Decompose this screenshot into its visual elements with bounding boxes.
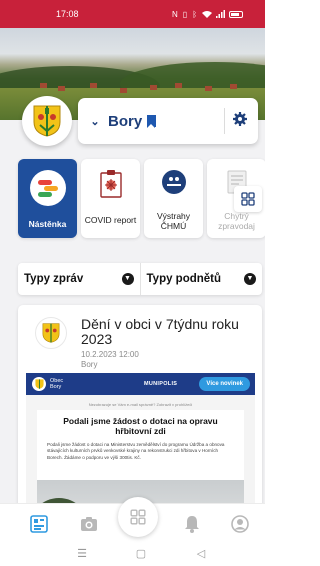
munipolis-logo: MUNIPOLIS <box>144 381 178 387</box>
filter-label: Typy zpráv <box>24 273 84 285</box>
chmu-alert-icon <box>161 170 186 194</box>
covid-report-icon <box>99 170 122 198</box>
nav-apps[interactable] <box>118 497 158 537</box>
tile-noticeboard[interactable]: Nástěnka <box>18 159 77 238</box>
bookmark-icon[interactable] <box>147 115 157 128</box>
preview-text: Podali jsme žádost o dotaci na Ministers… <box>47 442 225 460</box>
filter-bar: Typy zpráv ▼ Typy podnětů ▼ <box>18 263 262 295</box>
noticeboard-icon <box>30 515 48 533</box>
more-news-button[interactable]: Více novinek <box>199 377 250 391</box>
camera-icon <box>81 517 97 531</box>
chevron-down-icon: ▼ <box>121 273 134 285</box>
signal-icon <box>216 10 225 18</box>
bell-icon <box>185 516 199 533</box>
village-selector[interactable]: ⌄ Bory <box>78 98 258 144</box>
apps-grid-icon <box>241 192 255 206</box>
apps-grid-icon <box>130 509 146 525</box>
vibrate-icon: ▯ <box>182 9 189 19</box>
preview-village: Obec Bory <box>50 378 64 390</box>
home-icon[interactable]: ▢ <box>133 547 149 561</box>
village-coat-of-arms <box>22 96 72 146</box>
system-navigation-bar: ☰ ▢ ◁ <box>0 543 265 566</box>
nfc-icon: N <box>172 9 179 19</box>
status-bar: 17:08 N ▯ ᛒ <box>0 0 265 28</box>
preview-header: Obec Bory MUNIPOLIS Více novinek <box>26 373 255 395</box>
news-author: Bory <box>81 360 98 369</box>
wifi-icon <box>202 11 212 18</box>
coat-of-arms-icon <box>32 377 46 391</box>
gear-icon[interactable] <box>232 112 248 128</box>
coat-of-arms-icon <box>42 323 60 343</box>
coat-of-arms-icon <box>33 105 61 137</box>
report-type-filter[interactable]: Typy podnětů ▼ <box>139 263 263 295</box>
village-name[interactable]: Bory <box>108 113 142 130</box>
back-icon[interactable]: ◁ <box>193 547 209 561</box>
tile-covid-report[interactable]: COVID report <box>81 159 140 238</box>
tile-label: COVID report <box>84 215 137 225</box>
nav-camera[interactable] <box>78 513 100 535</box>
battery-icon <box>229 10 243 18</box>
apps-grid-button[interactable] <box>234 186 262 212</box>
filter-label: Typy podnětů <box>146 273 222 285</box>
tile-chmu-alerts[interactable]: Výstrahy ČHMÚ <box>144 159 203 238</box>
menu-icon[interactable]: ☰ <box>74 547 90 561</box>
nav-profile[interactable] <box>229 513 251 535</box>
feature-tiles: Nástěnka COVID report Výstrahy ČHMÚ Chyt… <box>18 159 265 239</box>
tile-label: Chytrý zpravodaj <box>218 211 255 231</box>
news-title[interactable]: Dění v obci v 7týdnu roku 2023 <box>81 317 256 347</box>
news-type-filter[interactable]: Typy zpráv ▼ <box>18 263 140 295</box>
chevron-down-icon[interactable]: ⌄ <box>82 115 108 128</box>
news-date: 10.2.2023 12:00 <box>81 350 139 359</box>
nav-noticeboard[interactable] <box>28 513 50 535</box>
divider <box>224 108 225 134</box>
bluetooth-icon: ᛒ <box>192 9 198 19</box>
preview-banner: Nezobrazuje se Vám e-mail správně? Zobra… <box>88 402 193 407</box>
app-screen: 17:08 N ▯ ᛒ ⌄ Bory Nástěnka COVID report… <box>0 0 265 566</box>
user-icon <box>231 515 249 533</box>
news-source-avatar <box>35 317 67 349</box>
status-icons: N ▯ ᛒ <box>172 10 243 19</box>
chevron-down-icon: ▼ <box>244 273 256 285</box>
tile-label: Nástěnka <box>28 219 67 229</box>
noticeboard-icon <box>29 170 66 206</box>
status-time: 17:08 <box>56 9 79 19</box>
tile-label: Výstrahy ČHMÚ <box>156 211 191 231</box>
preview-headline: Podali jsme žádost o dotaci na opravu hř… <box>63 416 218 436</box>
nav-notifications[interactable] <box>181 513 203 535</box>
